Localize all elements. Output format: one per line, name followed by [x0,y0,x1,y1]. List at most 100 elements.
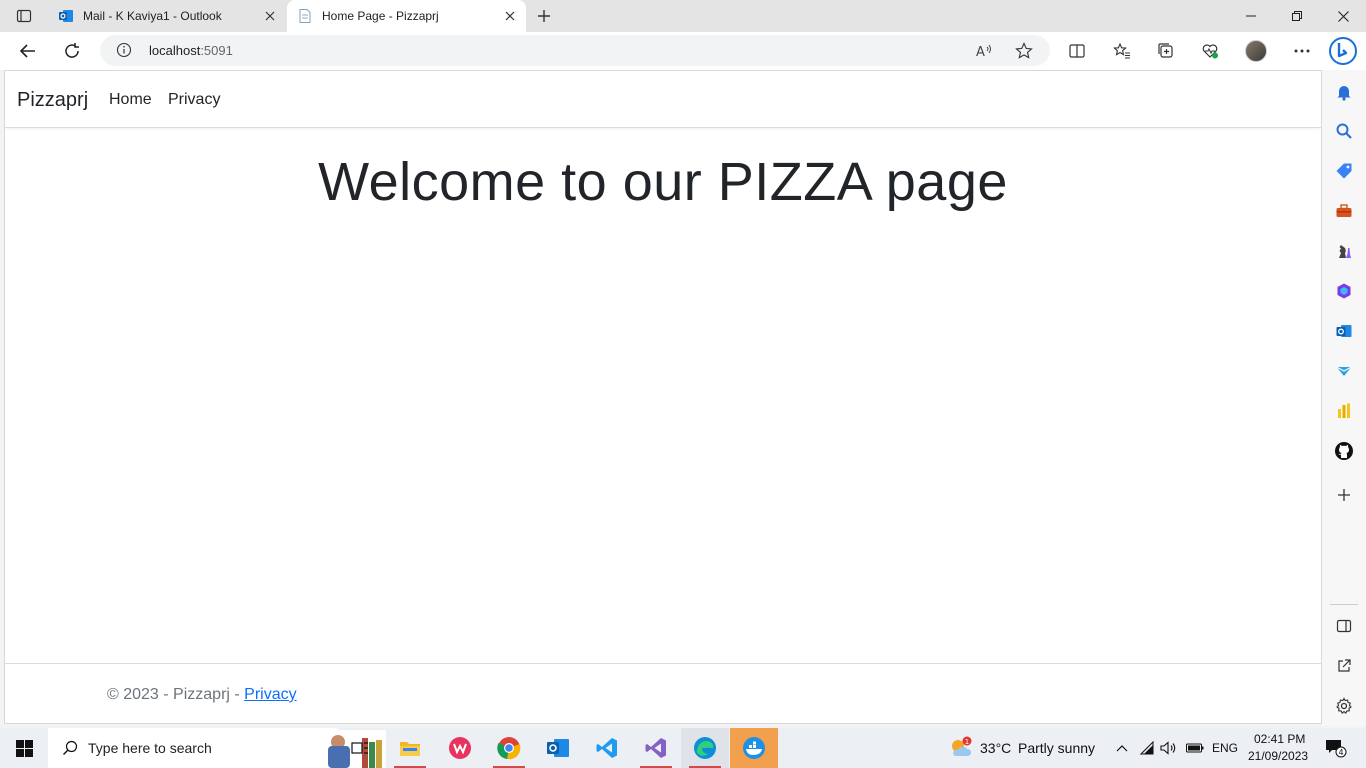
notifications-button[interactable] [1330,78,1358,106]
docker-button[interactable] [730,728,778,768]
tab-outlook[interactable]: Mail - K Kaviya1 - Outlook [48,0,286,32]
power-bi-icon [1338,403,1350,418]
svg-text:A: A [976,45,985,59]
visual-studio-button[interactable] [632,728,680,768]
search-placeholder: Type here to search [88,740,212,756]
tab-home-page[interactable]: Home Page - Pizzaprj [287,0,526,32]
hide-sidebar-button[interactable] [1330,612,1358,640]
info-icon[interactable] [116,42,132,58]
clock-time[interactable]: 02:41 PM [1254,732,1305,746]
restore-button[interactable] [1274,0,1320,32]
clock-date[interactable]: 21/09/2023 [1248,749,1308,763]
tab-actions-icon [16,9,32,23]
footer-privacy-link[interactable]: Privacy [244,686,296,703]
more-icon [1294,49,1310,53]
power-bi-button[interactable] [1330,397,1358,425]
minimize-button[interactable] [1228,0,1274,32]
site-navbar: Pizzaprj Home Privacy [5,71,1321,128]
profile-avatar[interactable] [1245,40,1267,62]
shopping-tag-icon [1336,163,1352,179]
chevron-up-icon [1116,745,1128,752]
show-hidden-icons-button[interactable] [1112,728,1132,768]
battery-button[interactable] [1184,728,1206,768]
wps-office-button[interactable] [436,728,484,768]
page-viewport: Pizzaprj Home Privacy Welcome to our PIZ… [4,70,1322,724]
favorites-icon [1113,42,1130,59]
bing-copilot-button[interactable] [1328,36,1358,66]
vscode-button[interactable] [583,728,631,768]
input-language[interactable]: ENG [1212,741,1238,755]
start-button[interactable] [0,728,48,768]
restore-icon [1292,11,1302,21]
add-sidebar-app-button[interactable] [1330,481,1358,509]
favorite-star-button[interactable] [1012,39,1036,63]
site-brand-link[interactable]: Pizzaprj [17,89,88,112]
site-footer: © 2023 - Pizzaprj - Privacy [5,663,1321,723]
back-button[interactable] [13,36,43,66]
taskbar-search-box[interactable]: Type here to search [48,728,386,768]
url-port: :5091 [200,43,233,58]
docker-icon [743,737,765,759]
footer-copyright: © 2023 - Pizzaprj - [107,686,245,703]
outlook-button[interactable] [1330,317,1358,345]
sidebar-settings-button[interactable] [1330,692,1358,720]
read-aloud-icon: A [976,44,991,59]
nav-link-privacy[interactable]: Privacy [168,91,220,109]
refresh-icon [65,43,79,58]
file-explorer-button[interactable] [386,728,434,768]
edge-icon [694,737,716,759]
gear-icon [1336,697,1352,714]
browser-essentials-button[interactable] [1195,36,1225,66]
games-button[interactable] [1330,237,1358,265]
shopping-button[interactable] [1330,157,1358,185]
notification-center-button[interactable]: 4 [1318,728,1354,768]
sidebar-search-button[interactable] [1330,117,1358,145]
search-icon [1336,123,1352,139]
vscode-icon [596,738,617,758]
folder-icon [400,742,420,756]
split-screen-button[interactable] [1062,36,1092,66]
settings-and-more-button[interactable] [1287,36,1317,66]
chrome-button[interactable] [485,728,533,768]
url-text[interactable]: localhost:5091 [149,43,233,58]
arrow-left-icon [19,44,35,58]
tab-actions-button[interactable] [0,0,48,32]
weather-alert-count: 1 [965,738,969,746]
volume-button[interactable] [1158,728,1180,768]
bing-icon [1329,37,1357,65]
task-view-icon [351,742,368,754]
wps-office-icon [449,737,471,759]
microsoft-365-button[interactable] [1330,277,1358,305]
drop-button[interactable] [1330,357,1358,385]
external-link-icon [1338,659,1351,672]
network-button[interactable] [1136,728,1158,768]
chess-piece-icon [1339,245,1351,258]
open-external-button[interactable] [1330,652,1358,680]
github-icon [1335,442,1353,460]
notification-count: 4 [1338,748,1343,757]
refresh-button[interactable] [57,36,87,66]
tab-close-button[interactable] [258,4,282,28]
task-view-button[interactable] [340,728,380,768]
page-icon [299,9,311,23]
chrome-icon [497,737,521,760]
paper-plane-icon [1336,366,1352,376]
close-icon [1337,10,1349,22]
tab-title: Home Page - Pizzaprj [322,9,439,23]
tools-button[interactable] [1330,197,1358,225]
collections-button[interactable] [1151,36,1181,66]
edge-taskbar-button[interactable] [681,728,729,768]
favorites-button[interactable] [1107,36,1137,66]
github-button[interactable] [1330,437,1358,465]
weather-condition[interactable]: Partly sunny [1018,740,1095,756]
tab-close-button[interactable] [498,4,522,28]
nav-link-home[interactable]: Home [109,91,152,109]
address-bar[interactable]: localhost:5091 A [100,35,1050,66]
outlook-taskbar-button[interactable] [534,728,582,768]
new-tab-button[interactable] [532,4,556,28]
close-window-button[interactable] [1320,0,1366,32]
weather-widget-icon[interactable]: 1 [944,728,976,768]
split-screen-icon [1069,44,1085,58]
weather-temperature[interactable]: 33°C [980,740,1011,756]
read-aloud-button[interactable]: A [973,39,997,63]
